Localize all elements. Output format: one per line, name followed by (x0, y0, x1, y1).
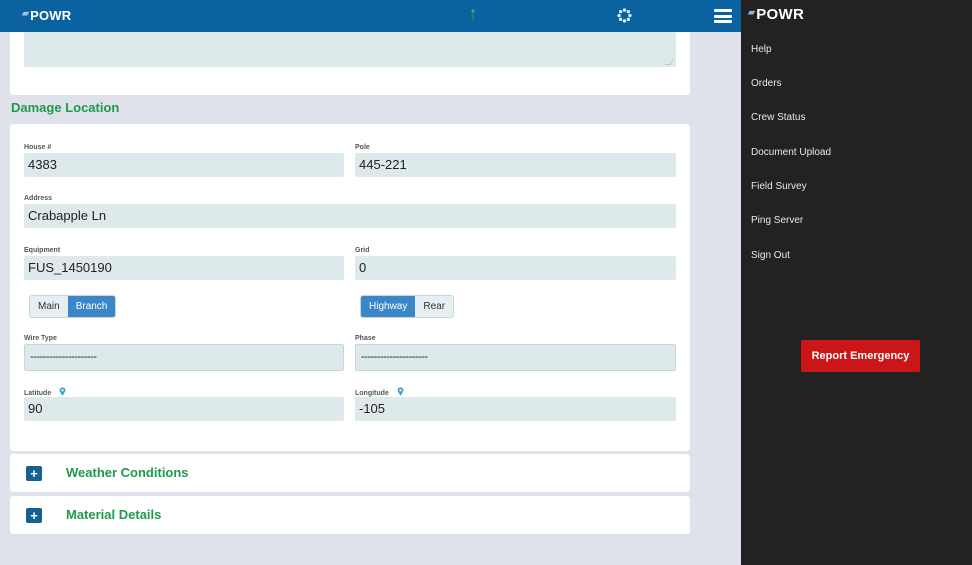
accordion-title: Weather Conditions (66, 465, 189, 480)
menu-item-ping-server[interactable]: Ping Server (751, 215, 803, 226)
toggle-branch[interactable]: Branch (67, 296, 116, 317)
logo-mark-icon: ▰ (748, 7, 756, 17)
notes-textarea[interactable] (24, 32, 676, 67)
grid-field: Grid 0 (355, 246, 676, 280)
section-title-damage-location: Damage Location (11, 100, 120, 115)
menu-item-crew-status[interactable]: Crew Status (751, 112, 805, 123)
grid-label: Grid (355, 247, 370, 254)
damage-location-card: House # 4383 Pole 445-221 Address Crabap… (10, 124, 690, 451)
spinner-icon (617, 8, 632, 23)
menu-item-field-survey[interactable]: Field Survey (751, 181, 807, 192)
toggle-rear[interactable]: Rear (415, 296, 454, 317)
longitude-label: Longitude (355, 387, 676, 397)
wire-type-select[interactable]: --------------------- (24, 344, 344, 371)
accordion-material-details[interactable]: + Material Details (10, 496, 690, 534)
plus-icon[interactable]: + (26, 466, 42, 481)
wire-type-field: Wire Type --------------------- (24, 334, 344, 371)
grid-input[interactable]: 0 (355, 256, 676, 280)
accordion-weather-conditions[interactable]: + Weather Conditions (10, 454, 690, 492)
signal-icon (471, 9, 475, 20)
longitude-input[interactable]: -105 (355, 397, 676, 421)
main-content: Damage Location House # 4383 Pole 445-22… (0, 32, 741, 565)
address-label: Address (24, 195, 53, 202)
address-input[interactable]: Crabapple Ln (24, 204, 676, 228)
latitude-field: Latitude 90 (24, 387, 344, 421)
map-pin-icon[interactable] (59, 387, 66, 396)
side-menu-logo: ▰POWR (748, 6, 804, 23)
latitude-label: Latitude (24, 387, 344, 397)
wire-type-label: Wire Type (24, 335, 57, 342)
latitude-input[interactable]: 90 (24, 397, 344, 421)
report-emergency-button[interactable]: Report Emergency (801, 340, 920, 372)
house-number-input[interactable]: 4383 (24, 153, 344, 177)
notes-card (10, 32, 690, 95)
menu-item-document-upload[interactable]: Document Upload (751, 147, 831, 158)
logo-text: POWR (30, 8, 72, 23)
equipment-input[interactable]: FUS_1450190 (24, 256, 344, 280)
plus-icon[interactable]: + (26, 508, 42, 523)
side-logo-text: POWR (756, 6, 805, 23)
highway-rear-toggle: Highway Rear (360, 295, 455, 318)
app-logo: ▰POWR (22, 8, 71, 23)
menu-item-sign-out[interactable]: Sign Out (751, 250, 790, 261)
pole-field: Pole 445-221 (355, 143, 676, 177)
equipment-field: Equipment FUS_1450190 (24, 246, 344, 280)
equipment-label: Equipment (24, 247, 61, 254)
phase-select[interactable]: --------------------- (355, 344, 676, 371)
top-header: ▰POWR (0, 0, 741, 32)
house-number-label: House # (24, 144, 52, 151)
address-field: Address Crabapple Ln (24, 194, 676, 228)
phase-label: Phase (355, 335, 376, 342)
hamburger-menu-icon[interactable] (714, 9, 732, 23)
longitude-field: Longitude -105 (355, 387, 676, 421)
toggle-main[interactable]: Main (30, 296, 68, 317)
house-number-field: House # 4383 (24, 143, 344, 177)
menu-item-orders[interactable]: Orders (751, 78, 782, 89)
map-pin-icon[interactable] (397, 387, 404, 396)
latitude-label-text: Latitude (24, 390, 52, 397)
accordion-title: Material Details (66, 507, 162, 522)
logo-mark-icon: ▰ (22, 8, 30, 18)
resize-grip-icon[interactable] (664, 59, 674, 65)
phase-field: Phase --------------------- (355, 334, 676, 371)
pole-input[interactable]: 445-221 (355, 153, 676, 177)
menu-item-help[interactable]: Help (751, 44, 772, 55)
longitude-label-text: Longitude (355, 390, 389, 397)
pole-label: Pole (355, 144, 370, 151)
side-menu: ▰POWR Help Orders Crew Status Document U… (741, 0, 972, 565)
main-branch-toggle: Main Branch (29, 295, 117, 318)
toggle-highway[interactable]: Highway (361, 296, 416, 317)
